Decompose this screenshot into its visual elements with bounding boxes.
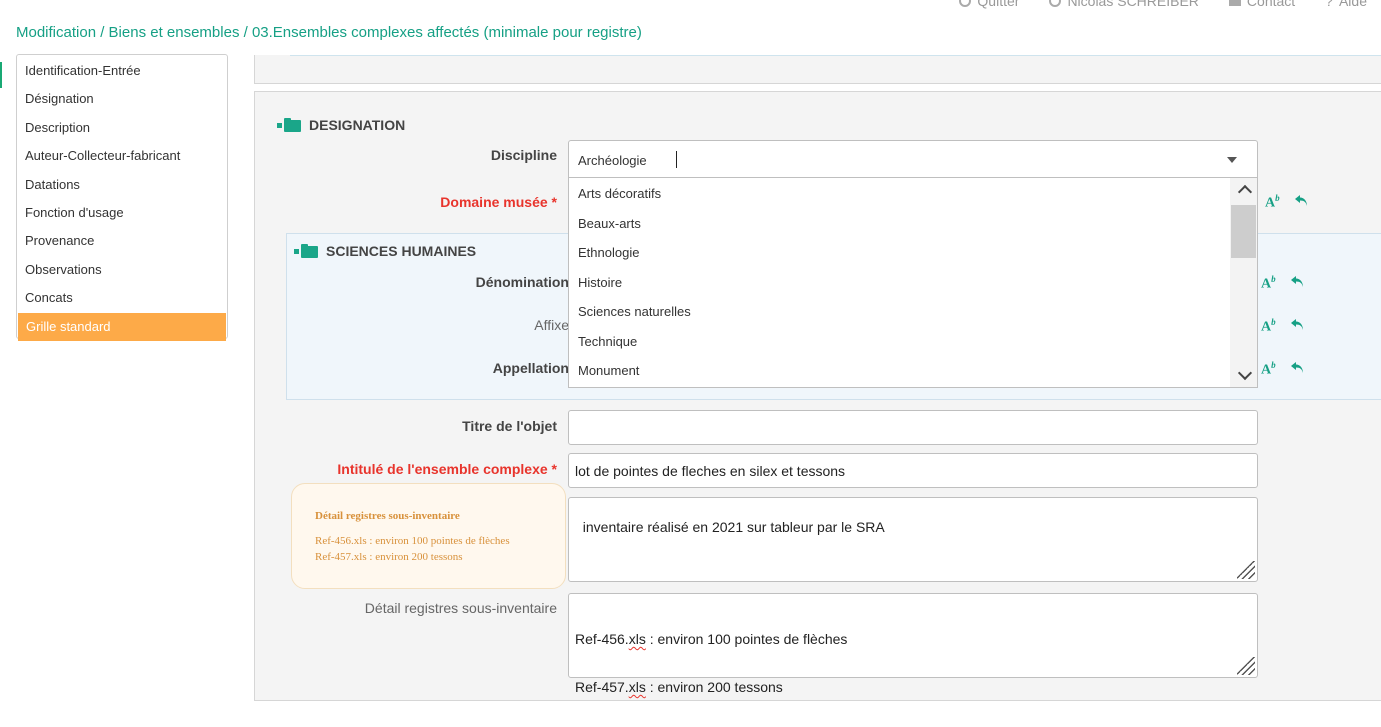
spellcheck-icon[interactable]: Ab: [1261, 317, 1276, 336]
breadcrumb-text: Modification / Biens et ensembles / 03.E…: [16, 24, 642, 41]
detail-line: Ref-456.xls : environ 100 pointes de flè…: [575, 631, 848, 647]
dropdown-option[interactable]: Arts décoratifs: [578, 186, 661, 201]
discipline-dropdown: Arts décoratifs Beaux-arts Ethnologie Hi…: [568, 177, 1258, 388]
sidebar-item-provenance[interactable]: Provenance: [17, 227, 227, 255]
sidebar-item-fonction[interactable]: Fonction d'usage: [17, 199, 227, 227]
sidebar-item-datations[interactable]: Datations: [17, 171, 227, 199]
chevron-up-icon[interactable]: [1237, 184, 1253, 200]
sidebar-item-designation[interactable]: Désignation: [17, 85, 227, 113]
resize-handle-icon[interactable]: [1237, 561, 1255, 579]
spellcheck-icon[interactable]: Ab: [1261, 274, 1276, 293]
titre-objet-input[interactable]: [568, 410, 1258, 445]
dropdown-scrollbar[interactable]: [1230, 178, 1257, 387]
spellcheck-icon[interactable]: Ab: [1265, 193, 1280, 212]
folder-open-icon: [277, 118, 301, 132]
user-link[interactable]: Nicolas SCHREIBER: [1049, 0, 1199, 11]
undo-icon[interactable]: [1290, 361, 1306, 375]
left-edge-marker: [0, 62, 2, 88]
undo-icon[interactable]: [1294, 194, 1310, 208]
resize-handle-icon[interactable]: [1237, 657, 1255, 675]
scrollbar-thumb[interactable]: [1231, 205, 1256, 258]
dropdown-option[interactable]: Ethnologie: [578, 245, 639, 260]
spellcheck-icon[interactable]: Ab: [1261, 360, 1276, 379]
panel-divider: [290, 55, 1381, 56]
notes-textarea[interactable]: inventaire réalisé en 2021 sur tableur p…: [568, 497, 1258, 582]
previous-section-panel: [254, 55, 1381, 84]
dropdown-option[interactable]: Monument: [578, 363, 639, 378]
chevron-down-icon[interactable]: [1237, 365, 1253, 381]
domaine-musee-label: Domaine musée *: [440, 194, 557, 210]
quit-link[interactable]: Quitter: [959, 0, 1019, 11]
dropdown-option[interactable]: Sciences naturelles: [578, 304, 691, 319]
user-icon: [1049, 0, 1062, 7]
sidebar-item-observations[interactable]: Observations: [17, 256, 227, 284]
sciences-humaines-title: SCIENCES HUMAINES: [294, 243, 476, 259]
notes-text: inventaire réalisé en 2021 sur tableur p…: [582, 519, 885, 535]
dropdown-option[interactable]: Technique: [578, 334, 637, 349]
titre-objet-label: Titre de l'objet: [462, 418, 557, 434]
designation-section-title: DESIGNATION: [277, 117, 405, 133]
help-link[interactable]: ? Aide: [1325, 0, 1367, 11]
detail-line: Ref-457.xls : environ 200 tessons: [575, 679, 783, 695]
sidebar-item-identification[interactable]: Identification-Entrée: [17, 57, 227, 85]
denomination-label: Dénomination: [475, 274, 569, 290]
text-cursor: [676, 151, 677, 168]
appellation-label: Appellation: [492, 360, 569, 376]
undo-icon[interactable]: [1290, 275, 1306, 289]
contact-link[interactable]: Contact: [1228, 0, 1295, 11]
detail-registres-textarea[interactable]: Ref-456.xls : environ 100 pointes de flè…: [568, 593, 1258, 695]
sidebar: Identification-Entrée Désignation Descri…: [16, 54, 228, 341]
mail-icon: [1228, 0, 1241, 6]
intitule-label: Intitulé de l'ensemble complexe *: [337, 461, 557, 477]
sidebar-item-auteur[interactable]: Auteur-Collecteur-fabricant: [17, 142, 227, 170]
help-icon: ?: [1325, 0, 1333, 9]
affixe-label: Affixe: [534, 317, 569, 333]
undo-icon[interactable]: [1290, 318, 1306, 332]
quit-icon: [959, 0, 972, 7]
sidebar-item-concats[interactable]: Concats: [17, 284, 227, 312]
top-nav: Quitter Nicolas SCHREIBER Contact ? Aide: [959, 0, 1381, 11]
breadcrumb: Modification / Biens et ensembles / 03.E…: [16, 24, 642, 41]
dropdown-option[interactable]: Histoire: [578, 275, 622, 290]
info-box-line: Ref-456.xls : environ 100 pointes de flè…: [315, 535, 510, 547]
info-box-title: Détail registres sous-inventaire: [315, 510, 460, 522]
detail-registres-label: Détail registres sous-inventaire: [364, 600, 557, 616]
discipline-label: Discipline: [490, 147, 557, 163]
dropdown-option[interactable]: Beaux-arts: [578, 216, 641, 231]
discipline-selected-value: Archéologie: [578, 153, 647, 168]
sidebar-item-grille-standard[interactable]: Grille standard: [18, 312, 226, 341]
intitule-input[interactable]: lot de pointes de fleches en silex et te…: [568, 453, 1258, 488]
sidebar-item-description[interactable]: Description: [17, 114, 227, 142]
caret-down-icon[interactable]: [1227, 157, 1237, 163]
discipline-select[interactable]: Archéologie: [568, 140, 1258, 178]
folder-open-icon: [294, 244, 318, 258]
info-box: Détail registres sous-inventaire Ref-456…: [291, 483, 566, 589]
info-box-line: Ref-457.xls : environ 200 tessons: [315, 551, 463, 563]
